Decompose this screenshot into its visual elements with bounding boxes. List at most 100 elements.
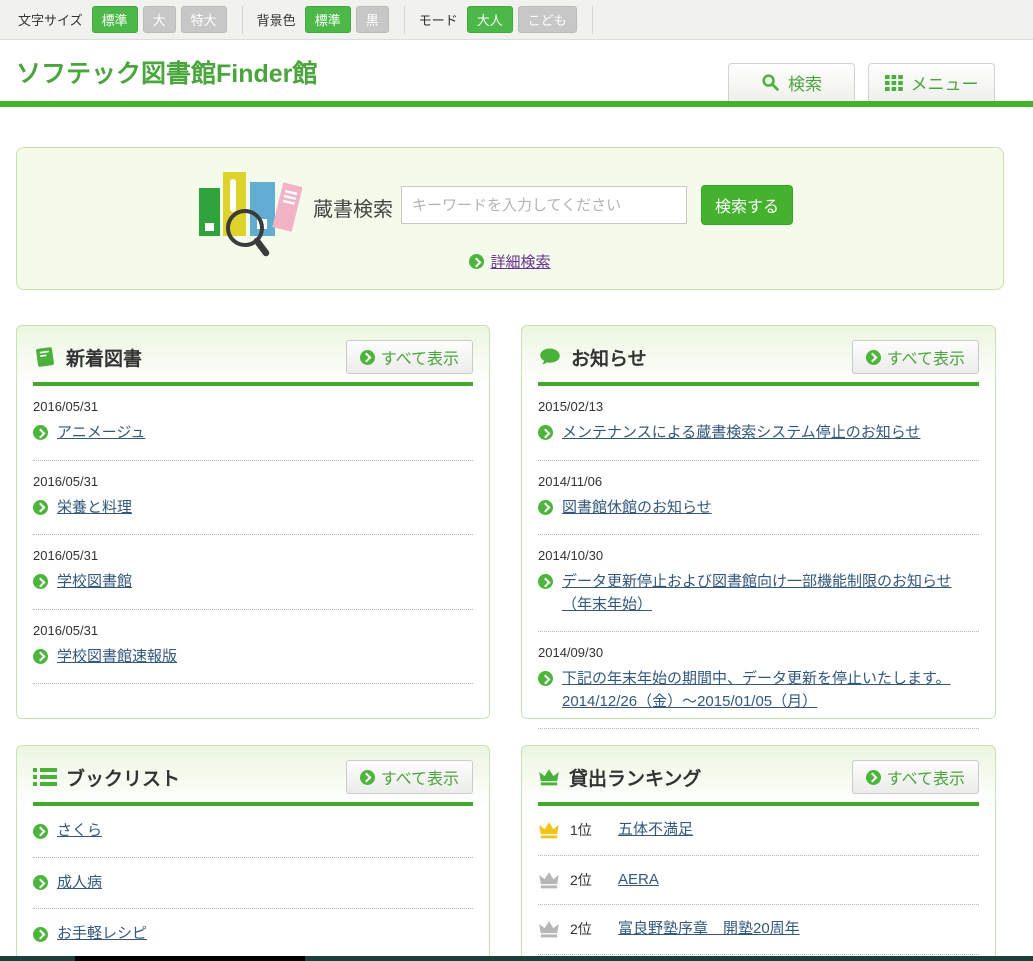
font-size-xlarge-button[interactable]: 特大	[181, 6, 227, 33]
show-all-label: すべて表示	[887, 345, 965, 369]
crown-icon	[538, 767, 560, 787]
site-header: ソフテック図書館Finder館 検索 メニュー	[0, 41, 1033, 101]
list-item: 1位 五体不満足	[538, 806, 979, 856]
item-link[interactable]: 富良野塾序章 開塾20周年	[618, 918, 800, 941]
item-date: 2016/05/31	[33, 399, 473, 414]
font-size-standard-button[interactable]: 標準	[92, 6, 138, 33]
bg-color-label: 背景色	[257, 10, 296, 29]
header-accent-bar	[0, 101, 1033, 107]
item-date: 2016/05/31	[33, 474, 473, 489]
circle-arrow-icon	[866, 770, 881, 785]
item-link[interactable]: AERA	[618, 869, 659, 892]
rank-label: 2位	[570, 919, 596, 939]
list-item: 2016/05/31 学校図書館	[33, 535, 473, 610]
item-link[interactable]: 栄養と料理	[57, 497, 132, 520]
crown-icon	[538, 820, 560, 840]
new-books-list: 2016/05/31 アニメージュ 2016/05/31 栄養と料理 2016/…	[17, 386, 489, 684]
item-link[interactable]: データ更新停止および図書館向け一部機能制限のお知らせ（年末年始）	[562, 571, 979, 616]
panel-title: ブックリスト	[66, 764, 346, 791]
accessibility-toolbar: 文字サイズ 標準 大 特大 背景色 標準 黒 モード 大人 こども	[0, 0, 1033, 40]
list-item: 2016/05/31 栄養と料理	[33, 461, 473, 536]
item-date: 2014/09/30	[538, 645, 979, 660]
item-link[interactable]: メンテナンスによる蔵書検索システム停止のお知らせ	[562, 422, 921, 445]
site-title: ソフテック図書館Finder館	[16, 54, 317, 90]
circle-arrow-icon	[360, 350, 375, 365]
show-all-button[interactable]: すべて表示	[852, 340, 979, 374]
panel-title: お知らせ	[571, 344, 852, 371]
item-link[interactable]: さくら	[57, 820, 102, 843]
list-item: 2016/05/31 学校図書館速報版	[33, 610, 473, 685]
item-date: 2016/05/31	[33, 548, 473, 563]
circle-arrow-icon	[469, 254, 484, 269]
mode-kids-button[interactable]: こども	[518, 6, 577, 33]
toolbar-divider	[404, 6, 405, 34]
panel-header: ブックリスト すべて表示	[17, 746, 489, 802]
panel-header: 貸出ランキング すべて表示	[522, 746, 995, 802]
advanced-search-row: 詳細検索	[17, 251, 1003, 272]
circle-arrow-icon	[33, 500, 48, 515]
keyword-search-input[interactable]	[401, 186, 687, 224]
notices-list: 2015/02/13 メンテナンスによる蔵書検索システム停止のお知らせ 2014…	[522, 386, 995, 729]
list-item: 成人病	[33, 858, 473, 910]
crown-icon	[538, 919, 560, 939]
search-icon	[761, 73, 780, 92]
list-item: さくら	[33, 806, 473, 858]
panel-header: 新着図書 すべて表示	[17, 326, 489, 382]
font-size-label: 文字サイズ	[18, 10, 83, 29]
item-date: 2016/05/31	[33, 623, 473, 638]
list-item: 2015/02/13 メンテナンスによる蔵書検索システム停止のお知らせ	[538, 386, 979, 461]
speech-bubble-icon	[538, 345, 562, 369]
mode-adult-button[interactable]: 大人	[467, 6, 513, 33]
booklist-list: さくら 成人病 お手軽レシピ	[17, 806, 489, 961]
show-all-button[interactable]: すべて表示	[346, 760, 473, 794]
show-all-button[interactable]: すべて表示	[346, 340, 473, 374]
crown-icon	[538, 870, 560, 890]
catalog-search-label: 蔵書検索	[313, 193, 393, 222]
circle-arrow-icon	[538, 574, 553, 589]
font-size-large-button[interactable]: 大	[143, 6, 176, 33]
item-link[interactable]: 成人病	[57, 872, 102, 895]
toolbar-divider	[242, 6, 243, 34]
item-link[interactable]: お手軽レシピ	[57, 923, 147, 946]
library-portal-page: 文字サイズ 標準 大 特大 背景色 標準 黒 モード 大人 こども ソフテック図…	[0, 0, 1033, 961]
item-link[interactable]: 五体不満足	[618, 819, 693, 842]
circle-arrow-icon	[33, 649, 48, 664]
circle-arrow-icon	[33, 927, 48, 942]
books-and-magnifier-icon	[197, 164, 302, 264]
list-item: 2014/11/06 図書館休館のお知らせ	[538, 461, 979, 536]
circle-arrow-icon	[360, 770, 375, 785]
header-search-label: 検索	[788, 70, 822, 95]
catalog-search-button[interactable]: 検索する	[701, 185, 793, 225]
item-link[interactable]: 学校図書館速報版	[57, 646, 177, 669]
circle-arrow-icon	[33, 875, 48, 890]
list-item: 2位 富良野塾序章 開塾20周年	[538, 905, 979, 955]
item-link[interactable]: 学校図書館	[57, 571, 132, 594]
circle-arrow-icon	[538, 671, 553, 686]
header-menu-button[interactable]: メニュー	[868, 63, 995, 101]
panel-header: お知らせ すべて表示	[522, 326, 995, 382]
notices-panel: お知らせ すべて表示 2015/02/13 メンテナンスによる蔵書検索システム停…	[521, 325, 996, 719]
item-link[interactable]: アニメージュ	[57, 422, 145, 445]
item-link[interactable]: 図書館休館のお知らせ	[562, 497, 712, 520]
list-item: お手軽レシピ	[33, 909, 473, 961]
item-date: 2014/10/30	[538, 548, 979, 563]
item-date: 2014/11/06	[538, 474, 979, 489]
bg-color-standard-button[interactable]: 標準	[305, 6, 351, 33]
rank-label: 1位	[570, 820, 596, 840]
new-books-panel: 新着図書 すべて表示 2016/05/31 アニメージュ 2016/05/31	[16, 325, 490, 719]
rank-label: 2位	[570, 870, 596, 890]
item-link[interactable]: 下記の年末年始の期間中、データ更新を停止いたします。2014/12/26（金）～…	[562, 668, 979, 713]
show-all-label: すべて表示	[381, 765, 459, 789]
circle-arrow-icon	[538, 425, 553, 440]
show-all-label: すべて表示	[381, 345, 459, 369]
show-all-button[interactable]: すべて表示	[852, 760, 979, 794]
booklist-panel: ブックリスト すべて表示 さくら 成人病 お手軽レシピ	[16, 745, 490, 961]
list-icon	[33, 767, 57, 787]
header-search-button[interactable]: 検索	[728, 63, 855, 101]
list-item: 2016/05/31 アニメージュ	[33, 386, 473, 461]
ranking-list: 1位 五体不満足 2位 AERA 2位 富良野塾序章 開塾20周年	[522, 806, 995, 955]
bg-color-black-button[interactable]: 黒	[356, 6, 389, 33]
advanced-search-link[interactable]: 詳細検索	[490, 251, 550, 272]
clipped-footer-image	[75, 956, 305, 961]
circle-arrow-icon	[33, 574, 48, 589]
